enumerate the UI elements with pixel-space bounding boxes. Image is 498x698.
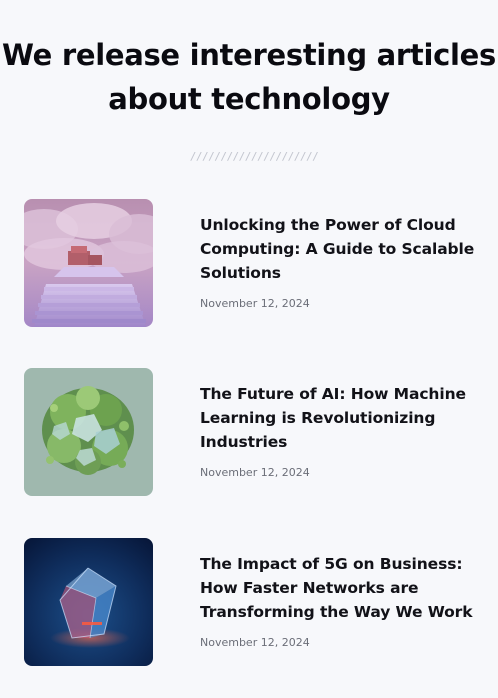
decorative-divider: ///////////////////// — [189, 150, 319, 163]
cloud-staircase-image — [24, 199, 153, 327]
page-title: We release interesting articles about te… — [0, 33, 498, 121]
article-card[interactable]: The Impact of 5G on Business: How Faster… — [24, 538, 484, 666]
glowing-glass-cube-image — [24, 538, 153, 666]
article-thumbnail[interactable] — [24, 368, 153, 496]
article-thumbnail[interactable] — [24, 538, 153, 666]
article-date: November 12, 2024 — [200, 297, 310, 310]
article-card[interactable]: Unlocking the Power of Cloud Computing: … — [24, 199, 484, 327]
article-card[interactable]: The Future of AI: How Machine Learning i… — [24, 368, 484, 496]
green-crystal-cluster-image — [24, 368, 153, 496]
article-title[interactable]: The Future of AI: How Machine Learning i… — [200, 382, 486, 454]
article-title[interactable]: Unlocking the Power of Cloud Computing: … — [200, 213, 486, 285]
article-title[interactable]: The Impact of 5G on Business: How Faster… — [200, 552, 486, 624]
article-thumbnail[interactable] — [24, 199, 153, 327]
article-date: November 12, 2024 — [200, 636, 310, 649]
page-title-line-2: about technology — [108, 82, 390, 116]
page-title-line-1: We release interesting articles — [2, 38, 496, 72]
article-date: November 12, 2024 — [200, 466, 310, 479]
